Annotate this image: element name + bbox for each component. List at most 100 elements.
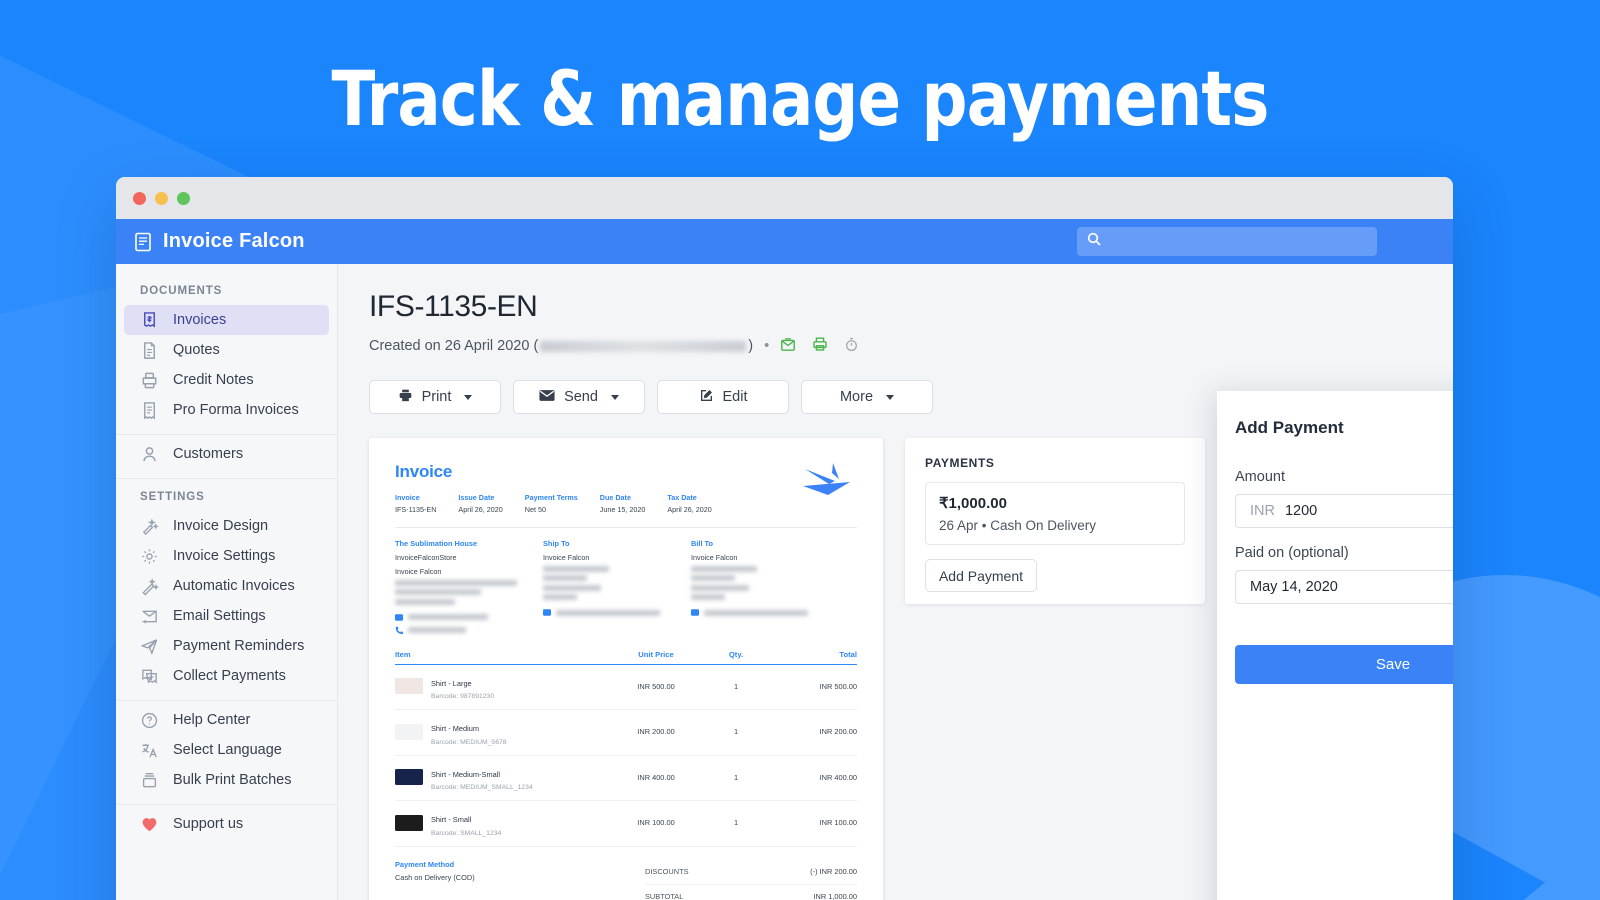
item-thumbnail (395, 724, 423, 740)
add-payment-button[interactable]: Add Payment (925, 559, 1037, 592)
print-button-label: Print (422, 389, 452, 405)
invoice-preview[interactable]: Invoice Invoice IFS-1135-EN (369, 438, 883, 900)
totals-value: (-) INR 200.00 (810, 867, 857, 876)
item-qty: 1 (701, 682, 771, 691)
sidebar-item-automatic-invoices[interactable]: Automatic Invoices (124, 571, 329, 601)
item-barcode: Barcode: MEDIUM_5678 (431, 739, 507, 746)
sidebar-item-label: Collect Payments (173, 668, 286, 684)
chevron-down-icon (464, 395, 472, 400)
save-button[interactable]: Save (1235, 645, 1453, 684)
translate-icon (140, 741, 159, 760)
file-text-icon (140, 341, 159, 360)
paid-on-input[interactable]: May 14, 2020 (1235, 570, 1453, 604)
stopwatch-icon[interactable] (844, 337, 859, 356)
window-minimize-button[interactable] (155, 192, 168, 205)
item-unit-price: INR 400.00 (611, 773, 701, 782)
totals-row: SUBTOTAL INR 1,000.00 (645, 885, 857, 900)
envelope-icon (539, 389, 555, 406)
address-phone (395, 626, 543, 634)
print-button[interactable]: Print (369, 380, 501, 414)
sidebar-item-label: Quotes (173, 342, 220, 358)
redacted-address (543, 566, 691, 601)
sidebar-divider-3 (116, 700, 337, 701)
created-on-line: Created on 26 April 2020 ( ) • (369, 336, 1453, 356)
sidebar-item-invoices[interactable]: Invoices (124, 305, 329, 335)
address-email (395, 614, 543, 621)
invoice-divider (395, 527, 857, 528)
sidebar-item-collect-payments[interactable]: Collect Payments (124, 661, 329, 691)
edit-button-label: Edit (723, 389, 748, 405)
edit-button[interactable]: Edit (657, 380, 789, 414)
send-button[interactable]: Send (513, 380, 645, 414)
amount-field-group: INR 1200 ▲ ▼ (1235, 494, 1453, 528)
search-icon (1087, 232, 1101, 251)
invoice-heading: Invoice (395, 462, 857, 482)
chevron-down-icon (611, 395, 619, 400)
panel-header: Add Payment ✕ (1217, 391, 1453, 443)
sidebar-item-help-center[interactable]: Help Center (124, 705, 329, 735)
search-input[interactable] (1077, 227, 1377, 256)
sidebar-divider-1 (116, 434, 337, 435)
payment-method-heading: Payment Method (395, 860, 645, 869)
address-email (543, 609, 691, 616)
address-line: Invoice Falcon (395, 567, 543, 576)
sidebar-item-invoice-settings[interactable]: Invoice Settings (124, 541, 329, 571)
item-name: Shirt - Medium-Small (431, 770, 500, 779)
table-row: Shirt - Small Barcode: SMALL_1234 INR 10… (395, 801, 857, 847)
magic-design-icon (140, 517, 159, 536)
sidebar-item-email-settings[interactable]: Email Settings (124, 601, 329, 631)
meta-key: Due Date (600, 493, 646, 502)
sidebar-item-quotes[interactable]: Quotes (124, 335, 329, 365)
invoice-footer: Payment Method Cash on Delivery (COD) DI… (395, 860, 857, 900)
sidebar-divider-2 (116, 478, 337, 479)
amount-label: Amount (1235, 469, 1453, 485)
sidebar-item-invoice-design[interactable]: Invoice Design (124, 511, 329, 541)
sidebar-item-label: Email Settings (173, 608, 266, 624)
window-titlebar (116, 177, 1453, 219)
printer-icon[interactable] (812, 336, 828, 356)
sidebar-item-label: Customers (173, 446, 243, 462)
sidebar-item-select-language[interactable]: Select Language (124, 735, 329, 765)
sidebar-item-support-us[interactable]: Support us (124, 809, 329, 839)
panel-title: Add Payment (1235, 418, 1344, 438)
item-barcode: Barcode: 987891230 (431, 693, 494, 700)
sidebar-item-credit-notes[interactable]: Credit Notes (124, 365, 329, 395)
meta-key: Tax Date (667, 493, 711, 502)
item-barcode: Barcode: MEDIUM_SMALL_1234 (431, 784, 533, 791)
document-icon (134, 232, 152, 252)
printer-icon (398, 388, 413, 407)
window-maximize-button[interactable] (177, 192, 190, 205)
meta-key: Invoice (395, 493, 436, 502)
item-total: INR 400.00 (771, 773, 857, 782)
app-brand[interactable]: Invoice Falcon (134, 230, 305, 253)
more-button[interactable]: More (801, 380, 933, 414)
address-block-ship-to: Ship To Invoice Falcon (543, 539, 691, 634)
sidebar-item-label: Pro Forma Invoices (173, 402, 299, 418)
meta-value: June 15, 2020 (600, 505, 646, 514)
sidebar-section-settings: SETTINGS (116, 483, 337, 511)
window-close-button[interactable] (133, 192, 146, 205)
item-qty: 1 (701, 727, 771, 736)
sidebar-item-bulk-print-batches[interactable]: Bulk Print Batches (124, 765, 329, 795)
address-heading: Ship To (543, 539, 691, 548)
panel-body: Amount INR 1200 ▲ ▼ Paid on (optional) M… (1217, 443, 1453, 604)
payment-entry[interactable]: ₹1,000.00 26 Apr • Cash On Delivery (925, 482, 1185, 545)
payments-card-title: PAYMENTS (925, 456, 1185, 470)
pencil-square-icon (699, 388, 714, 407)
sidebar-item-payment-reminders[interactable]: Payment Reminders (124, 631, 329, 661)
amount-value: 1200 (1285, 503, 1317, 519)
email-opened-icon[interactable] (780, 336, 796, 356)
amount-input[interactable]: INR 1200 (1235, 494, 1453, 528)
invoice-meta-item: Payment Terms Net 50 (525, 493, 578, 514)
meta-value: April 26, 2020 (458, 505, 502, 514)
redacted-address (691, 566, 839, 601)
sidebar-item-customers[interactable]: Customers (124, 439, 329, 469)
question-circle-icon (140, 711, 159, 730)
sidebar-item-label: Payment Reminders (173, 638, 304, 654)
payment-method-block: Payment Method Cash on Delivery (COD) (395, 860, 645, 900)
hero-headline: Track & manage payments (48, 56, 1552, 142)
more-button-label: More (840, 389, 873, 405)
falcon-logo-icon (797, 460, 857, 507)
sidebar-item-pro-forma-invoices[interactable]: Pro Forma Invoices (124, 395, 329, 425)
item-qty: 1 (701, 773, 771, 782)
